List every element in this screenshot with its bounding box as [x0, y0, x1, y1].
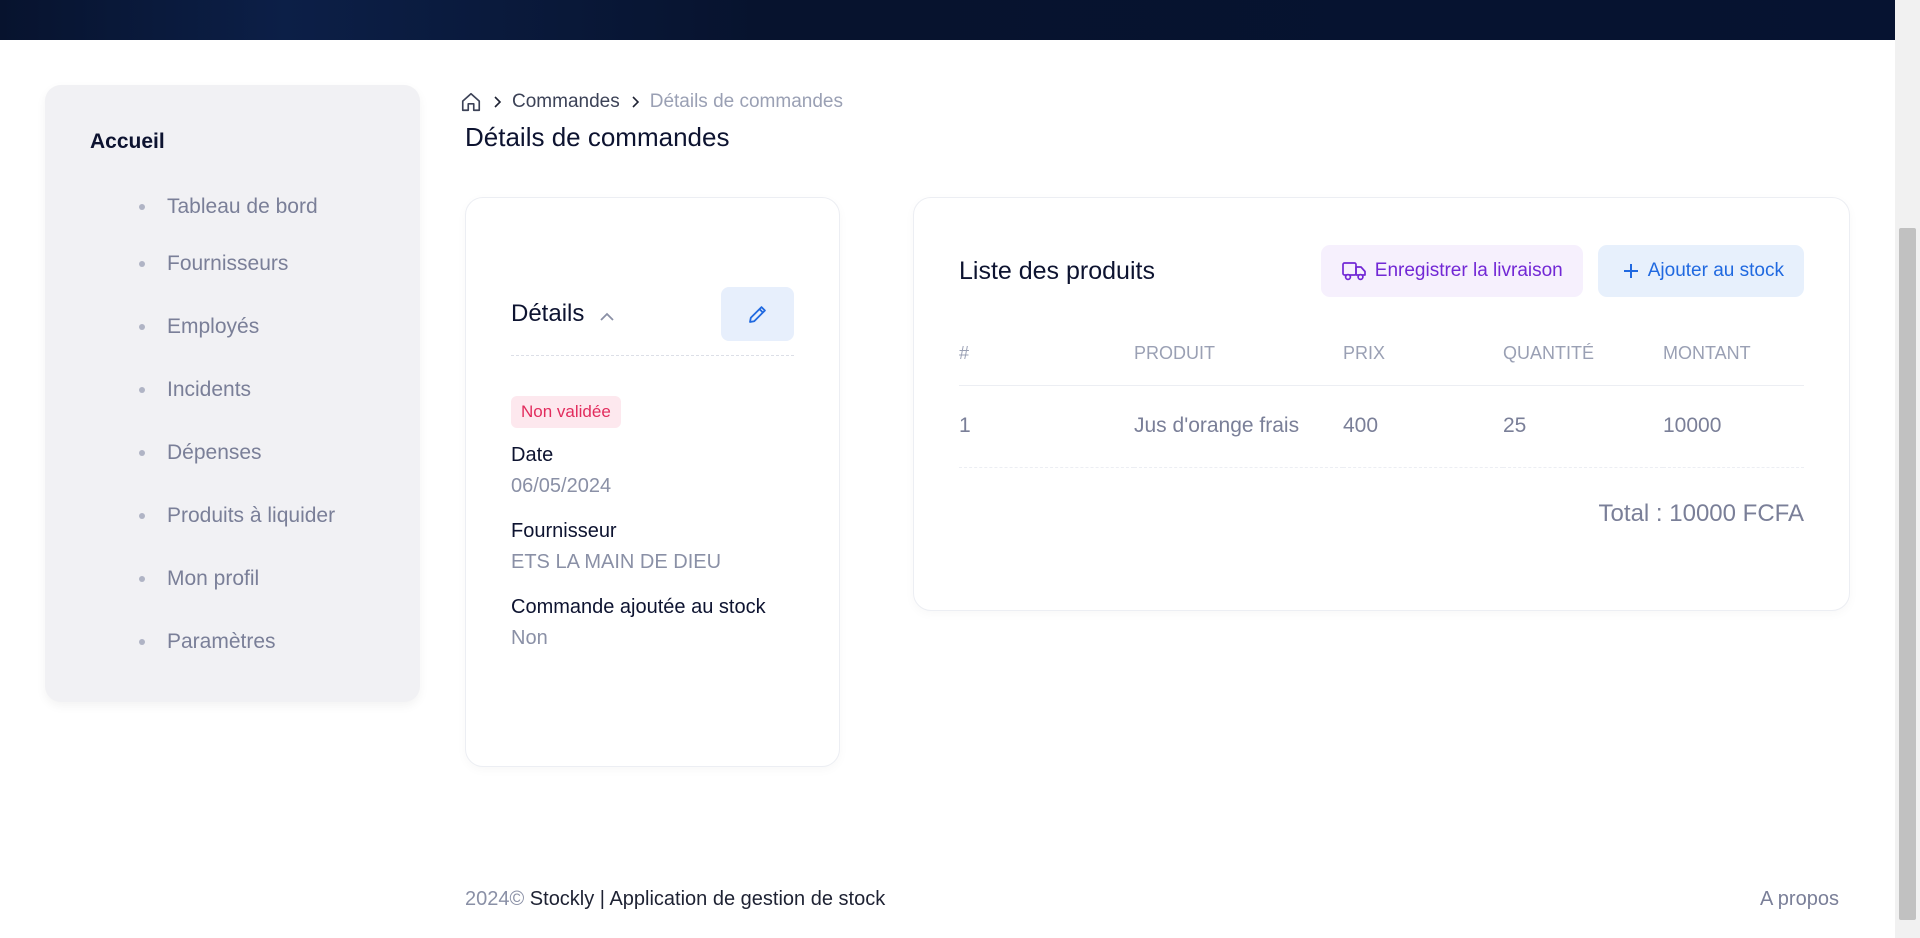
bullet-icon [139, 386, 145, 393]
column-header-amount: MONTANT [1663, 335, 1804, 386]
cell-quantity: 25 [1503, 385, 1663, 468]
supplier-label: Fournisseur [511, 520, 617, 542]
stock-field: Commande ajoutée au stock Non [511, 596, 794, 650]
supplier-value: ETS LA MAIN DE DIEU [511, 551, 722, 573]
sidebar-menu: Tableau de bord Fournisseurs Employés In… [90, 182, 420, 673]
product-list-card: Liste des produits Enregistrer la livrai… [913, 197, 1850, 611]
date-label: Date [511, 444, 554, 466]
bullet-icon [139, 260, 145, 267]
order-details-card: Détails Non validée Date 06/05/2024 Four… [465, 197, 840, 767]
bullet-icon [139, 449, 145, 456]
sidebar: Accueil Tableau de bord Fournisseurs Emp… [45, 85, 420, 702]
products-table: # PRODUIT PRIX QUANTITÉ MONTANT 1 Jus d'… [959, 335, 1804, 468]
supplier-field: Fournisseur ETS LA MAIN DE DIEU [511, 520, 794, 574]
table-header-row: # PRODUIT PRIX QUANTITÉ MONTANT [959, 335, 1804, 386]
sidebar-item-employes[interactable]: Employés [90, 295, 420, 358]
edit-button[interactable] [721, 287, 794, 341]
footer-copyright: 2024© Stockly | Application de gestion d… [465, 888, 885, 911]
table-row: 1 Jus d'orange frais 400 25 10000 [959, 385, 1804, 468]
breadcrumb-commandes-link[interactable]: Commandes [512, 91, 620, 113]
sidebar-item-label: Incidents [167, 377, 252, 401]
top-header-bar [0, 0, 1895, 40]
page-title: Détails de commandes [465, 122, 730, 152]
stock-value: Non [511, 627, 548, 649]
bullet-icon [139, 512, 145, 519]
order-total: Total : 10000 FCFA [1598, 499, 1804, 527]
sidebar-item-label: Produits à liquider [167, 503, 336, 527]
column-header-quantity: QUANTITÉ [1503, 335, 1663, 386]
scrollbar-thumb[interactable] [1899, 228, 1916, 920]
register-delivery-button[interactable]: Enregistrer la livraison [1320, 245, 1583, 297]
sidebar-item-fournisseurs[interactable]: Fournisseurs [90, 232, 420, 295]
truck-icon [1341, 262, 1366, 281]
sidebar-item-label: Employés [167, 314, 260, 338]
date-value: 06/05/2024 [511, 475, 612, 497]
product-list-header: Liste des produits Enregistrer la livrai… [959, 245, 1804, 297]
sidebar-title[interactable]: Accueil [90, 130, 420, 154]
details-title: Détails [511, 300, 585, 327]
cell-price: 400 [1343, 385, 1503, 468]
vertical-scrollbar[interactable] [1895, 0, 1920, 938]
column-header-price: PRIX [1343, 335, 1503, 386]
details-toggle[interactable]: Détails [511, 300, 616, 328]
add-to-stock-button[interactable]: Ajouter au stock [1597, 245, 1804, 297]
sidebar-item-label: Tableau de bord [167, 195, 318, 218]
sidebar-item-mon-profil[interactable]: Mon profil [90, 547, 420, 610]
footer-year: 2024© [465, 888, 525, 910]
about-link[interactable]: A propos [1760, 888, 1839, 911]
sidebar-item-depenses[interactable]: Dépenses [90, 421, 420, 484]
cell-amount: 10000 [1663, 385, 1804, 468]
bullet-icon [139, 204, 145, 210]
chevron-up-icon [598, 305, 616, 323]
sidebar-item-incidents[interactable]: Incidents [90, 358, 420, 421]
divider [511, 355, 794, 356]
sidebar-item-tableau-de-bord[interactable]: Tableau de bord [90, 182, 420, 232]
bullet-icon [139, 323, 145, 330]
column-header-product: PRODUIT [1134, 335, 1343, 386]
sidebar-item-label: Dépenses [167, 440, 262, 464]
stock-label: Commande ajoutée au stock [511, 596, 766, 618]
chevron-right-icon [630, 92, 640, 113]
column-header-number: # [959, 335, 1134, 386]
home-icon[interactable] [460, 91, 482, 113]
footer-text: Stockly | Application de gestion de stoc… [524, 888, 886, 910]
cell-product: Jus d'orange frais [1134, 385, 1343, 468]
date-field: Date 06/05/2024 [511, 444, 794, 498]
breadcrumb-current: Détails de commandes [649, 91, 843, 112]
sidebar-item-label: Paramètres [167, 629, 276, 653]
product-list-title: Liste des produits [959, 256, 1155, 285]
sidebar-item-label: Fournisseurs [167, 251, 289, 275]
register-delivery-label: Enregistrer la livraison [1374, 260, 1563, 281]
details-header: Détails [511, 287, 794, 341]
plus-icon [1623, 264, 1638, 278]
add-to-stock-label: Ajouter au stock [1647, 260, 1784, 281]
chevron-right-icon [492, 92, 502, 113]
sidebar-item-parametres[interactable]: Paramètres [90, 610, 420, 673]
cell-number: 1 [959, 385, 1134, 468]
bullet-icon [139, 575, 145, 582]
pencil-icon [748, 306, 766, 323]
status-badge: Non validée [511, 396, 621, 428]
bullet-icon [139, 638, 145, 645]
sidebar-item-produits-a-liquider[interactable]: Produits à liquider [90, 484, 420, 547]
breadcrumb: Commandes Détails de commandes [460, 90, 843, 114]
product-actions: Enregistrer la livraison Ajouter au stoc… [1320, 245, 1804, 297]
sidebar-item-label: Mon profil [167, 566, 260, 590]
